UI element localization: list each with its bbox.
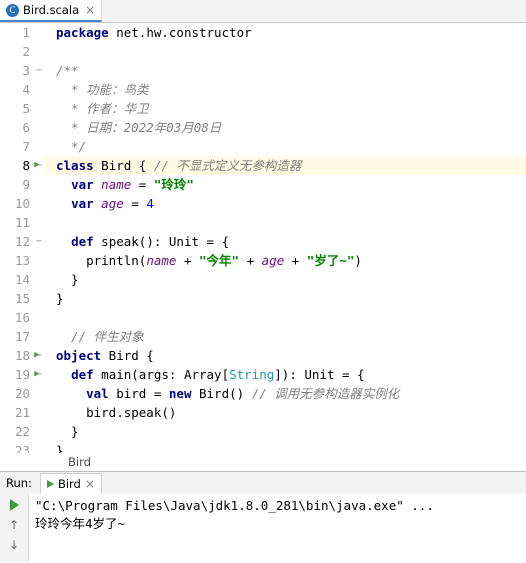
play-icon [46,479,54,488]
fold-toggle-icon[interactable]: − [34,365,44,384]
code-editor[interactable]: 1 package net.hw.constructor 2 3−/** 4 * 功能：… [0,23,526,471]
code-line[interactable]: 2 [22,42,526,61]
code-text: bird.speak() [56,405,177,420]
code-line[interactable]: 13 println(name + "今年" + age + "岁了~") [15,251,526,270]
code-text: } [56,424,79,439]
code-line[interactable]: 8 ▶ − class Bird { // 不显式定义无参构造器 [22,156,526,175]
code-line[interactable]: 12− def speak(): Unit = { [15,232,526,251]
console-output[interactable]: "C:\Program Files\Java\jdk1.8.0_281\bin\… [29,494,526,562]
close-icon[interactable]: × [83,4,95,16]
line-number: 7 [22,139,30,154]
code-line[interactable]: 18 ▶ − object Bird { [15,346,526,365]
code-line[interactable]: 15} [15,289,526,308]
line-number: 14 [14,272,30,287]
line-number: 15 [14,291,30,306]
code-line[interactable]: 20 val bird = new Bird() // 调用无参构造器实例化 [15,384,526,403]
code-line[interactable]: 4 * 功能：鸟类 [22,80,526,99]
code-text: * 功能：鸟类 [56,82,149,97]
run-tab-bird[interactable]: Bird × [39,472,102,494]
rerun-icon[interactable] [9,499,19,511]
code-line[interactable]: 11 [15,213,526,232]
console-toolbar: ↑ ↓ [0,494,29,562]
code-text: println(name + "今年" + age + "岁了~") [56,253,362,268]
code-line[interactable]: 7 */ [22,137,526,156]
line-number: 21 [14,405,30,420]
editor-tab-bar: C Bird.scala × [0,0,526,23]
line-number: 22 [14,424,30,439]
line-number: 16 [14,310,30,325]
arrow-up-icon[interactable]: ↑ [6,519,22,531]
tab-label: Bird.scala [23,3,80,17]
line-number: 4 [22,82,30,97]
line-number: 10 [14,196,30,211]
tab-bird-scala[interactable]: C Bird.scala × [0,0,103,22]
code-line[interactable]: 6 * 日期：2022年03月08日 [22,118,526,137]
fold-toggle-icon[interactable]: − [34,232,44,251]
code-text: var age = 4 [71,196,154,211]
code-line[interactable]: 9 var name = "玲玲" [22,175,526,194]
code-line[interactable]: 1 package net.hw.constructor [22,23,526,42]
line-number: 1 [22,25,30,40]
line-number: 6 [22,120,30,135]
scala-file-icon: C [6,3,19,17]
code-text: def speak(): Unit = { [71,234,230,249]
code-line[interactable]: 16 [15,308,526,327]
code-text: class Bird { // 不显式定义无参构造器 [56,158,302,173]
code-line[interactable]: 17 // 伴生对象 [15,327,526,346]
code-text: val bird = new Bird() // 调用无参构造器实例化 [86,386,400,401]
line-number: 9 [22,177,30,192]
run-tool-window-header: Run: Bird × [0,471,526,494]
code-text: } [56,291,64,306]
line-number: 12 [14,234,30,249]
line-number: 2 [22,44,30,59]
code-text: package net.hw.constructor [56,25,252,40]
code-text: object Bird { [56,348,154,363]
code-text: /** [56,63,79,78]
code-line[interactable]: 5 * 作者：华卫 [22,99,526,118]
code-text: */ [56,139,87,154]
code-text: var name = "玲玲" [71,177,194,192]
line-number: 17 [14,329,30,344]
run-label: Run: [6,476,32,490]
fold-toggle-icon[interactable]: − [34,346,44,365]
code-line[interactable]: 19 ▶ − def main(args: Array[String]): Unit… [15,365,526,384]
fold-toggle-icon[interactable]: − [34,61,44,80]
code-line[interactable]: 3−/** [22,61,526,80]
line-number: 20 [14,386,30,401]
console-area: ↑ ↓ "C:\Program Files\Java\jdk1.8.0_281\… [0,494,526,562]
close-icon[interactable]: × [85,477,95,491]
line-number: 13 [14,253,30,268]
code-line[interactable]: 14 } [15,270,526,289]
line-number: 11 [14,215,30,230]
code-line[interactable]: 22 } [15,422,526,441]
breadcrumb: Bird [0,453,526,471]
run-tab-label: Bird [57,476,81,491]
code-text: * 日期：2022年03月08日 [56,120,222,135]
line-number: 8 [22,158,30,173]
code-content[interactable]: 1 package net.hw.constructor 2 3−/** 4 * 功能：… [15,23,526,471]
line-number: 19 [14,367,30,382]
code-line[interactable]: 21 bird.speak() [15,403,526,422]
line-number: 5 [22,101,30,116]
arrow-down-icon[interactable]: ↓ [6,539,22,551]
code-text: // 伴生对象 [56,329,144,344]
code-line[interactable]: 10 var age = 4 [15,194,526,213]
code-text: * 作者：华卫 [56,101,149,116]
console-line: 玲玲今年4岁了~ [35,516,126,531]
console-line: "C:\Program Files\Java\jdk1.8.0_281\bin\… [35,498,434,513]
code-text: } [56,272,79,287]
line-number: 18 [14,348,30,363]
line-number: 3 [22,63,30,78]
fold-toggle-icon[interactable]: − [34,156,44,175]
code-text: def main(args: Array[String]): Unit = { [71,367,365,382]
